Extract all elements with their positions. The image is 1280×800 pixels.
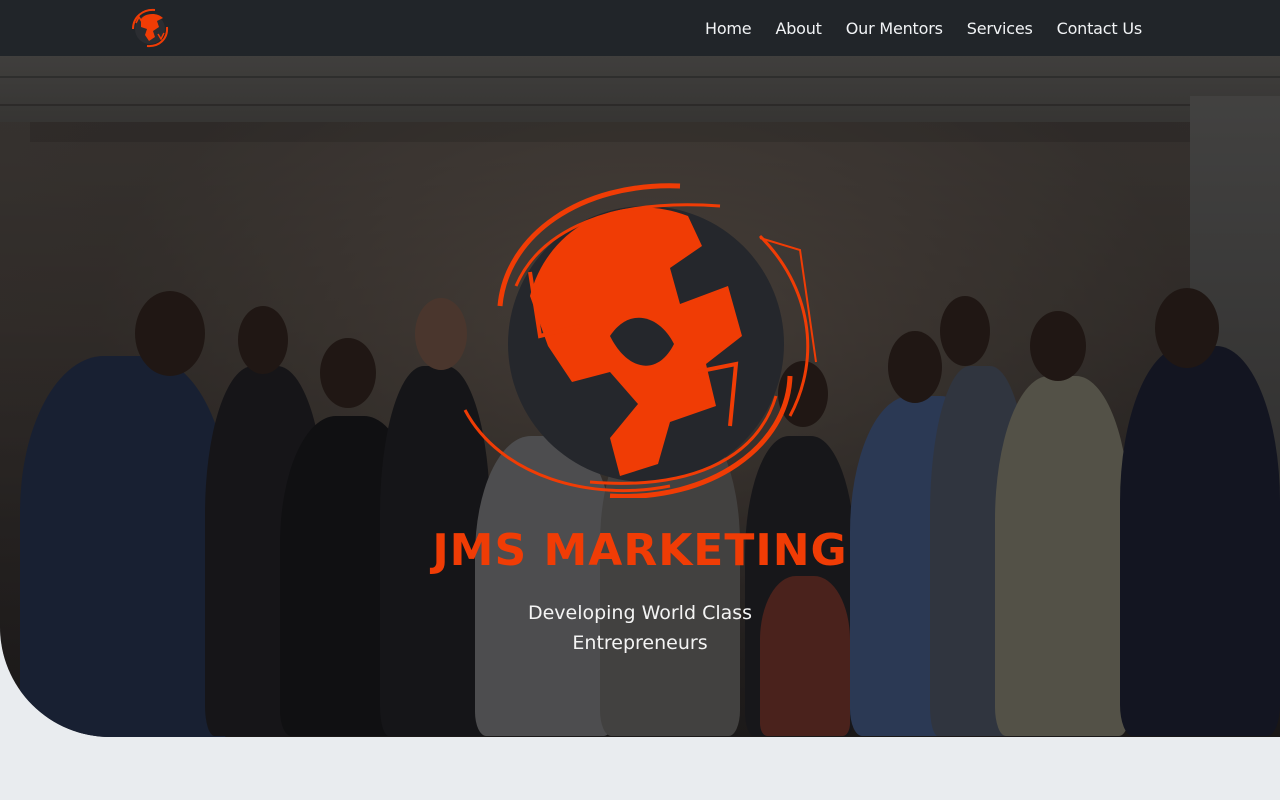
hero-section: JMS MARKETING Developing World Class Ent…	[0, 56, 1280, 737]
brand-logo-icon[interactable]	[127, 5, 173, 51]
nav-link-contact-us[interactable]: Contact Us	[1057, 19, 1143, 38]
hero-title: JMS MARKETING	[432, 525, 848, 576]
navbar: Home About Our Mentors Services Contact …	[0, 0, 1280, 56]
hero-subtitle: Developing World Class Entrepreneurs	[527, 602, 753, 654]
nav-link-services[interactable]: Services	[967, 19, 1033, 38]
nav-link-our-mentors[interactable]: Our Mentors	[846, 19, 943, 38]
nav-link-about[interactable]: About	[775, 19, 822, 38]
globe-arrows-logo-icon	[460, 176, 822, 499]
nav-link-home[interactable]: Home	[705, 19, 752, 38]
nav-menu: Home About Our Mentors Services Contact …	[705, 0, 1142, 56]
